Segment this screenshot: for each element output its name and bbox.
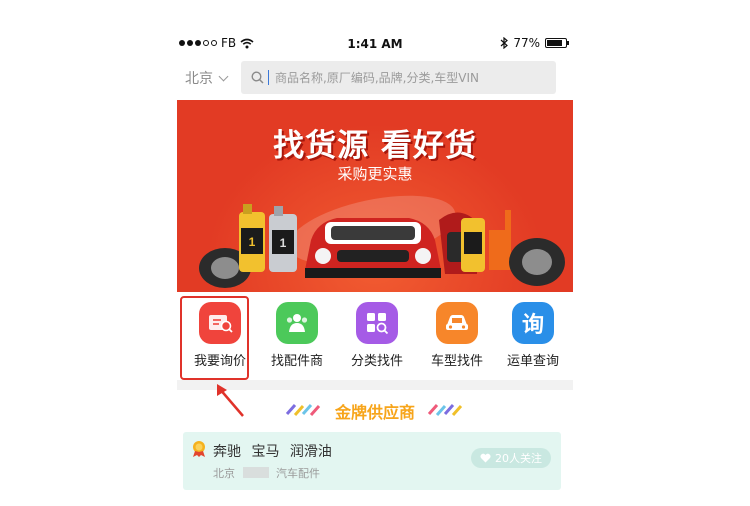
phone-screen: FB 1:41 AM 77% 北京 商品名称,原厂编码,品牌,分类,车型VIN … bbox=[177, 28, 573, 506]
supplier-people-icon bbox=[276, 302, 318, 344]
bluetooth-icon bbox=[500, 37, 509, 49]
city-selector[interactable]: 北京 bbox=[185, 68, 229, 88]
battery-area: 77% bbox=[500, 36, 569, 50]
grid-item-label: 车型找件 bbox=[430, 354, 483, 369]
grid-item-vehicle-search[interactable]: 车型找件 bbox=[417, 302, 497, 372]
highlight-box bbox=[180, 296, 249, 380]
battery-percent: 77% bbox=[513, 36, 540, 50]
svg-text:1: 1 bbox=[280, 236, 287, 250]
heart-icon bbox=[480, 453, 491, 463]
follow-count: 20人关注 bbox=[495, 452, 542, 465]
redacted-name bbox=[242, 467, 269, 478]
decor-strokes-icon bbox=[285, 404, 321, 416]
category-grid-icon bbox=[356, 302, 398, 344]
section-title: 金牌供应商 bbox=[334, 403, 415, 422]
grid-item-label: 分类找件 bbox=[350, 354, 403, 369]
grid-item-waybill-query[interactable]: 询 运单查询 bbox=[493, 302, 573, 372]
grid-item-label: 找配件商 bbox=[270, 354, 323, 369]
supplier-city: 北京 bbox=[213, 467, 235, 480]
supplier-brands: 奔驰 宝马 润滑油 bbox=[213, 444, 332, 460]
car-icon bbox=[436, 302, 478, 344]
search-input[interactable]: 商品名称,原厂编码,品牌,分类,车型VIN bbox=[241, 61, 556, 94]
search-icon bbox=[251, 71, 264, 84]
search-placeholder: 商品名称,原厂编码,品牌,分类,车型VIN bbox=[275, 71, 479, 85]
decor-strokes-icon bbox=[427, 404, 463, 416]
supplier-info: 北京 汽车配件 bbox=[213, 465, 320, 481]
grid-item-category-search[interactable]: 分类找件 bbox=[337, 302, 417, 372]
battery-icon bbox=[545, 38, 569, 48]
waybill-query-icon: 询 bbox=[512, 302, 554, 344]
status-bar: FB 1:41 AM 77% bbox=[177, 28, 573, 58]
chevron-down-icon bbox=[218, 71, 229, 81]
supplier-category: 汽车配件 bbox=[276, 467, 320, 480]
section-header: 金牌供应商 bbox=[177, 396, 573, 422]
promo-banner[interactable]: 找货源 看好货 采购更实惠 1 1 bbox=[177, 100, 573, 292]
text-cursor bbox=[268, 70, 269, 85]
grid-item-find-supplier[interactable]: 找配件商 bbox=[257, 302, 337, 372]
search-header: 北京 商品名称,原厂编码,品牌,分类,车型VIN bbox=[177, 60, 573, 96]
city-label: 北京 bbox=[185, 71, 213, 87]
supplier-card[interactable]: 奔驰 宝马 润滑油 北京 汽车配件 20人关注 bbox=[183, 432, 561, 490]
grid-item-label: 运单查询 bbox=[506, 354, 559, 369]
svg-text:1: 1 bbox=[249, 235, 256, 249]
banner-products-image: 1 1 bbox=[199, 204, 565, 288]
medal-icon bbox=[193, 441, 205, 457]
follow-badge[interactable]: 20人关注 bbox=[471, 448, 551, 468]
